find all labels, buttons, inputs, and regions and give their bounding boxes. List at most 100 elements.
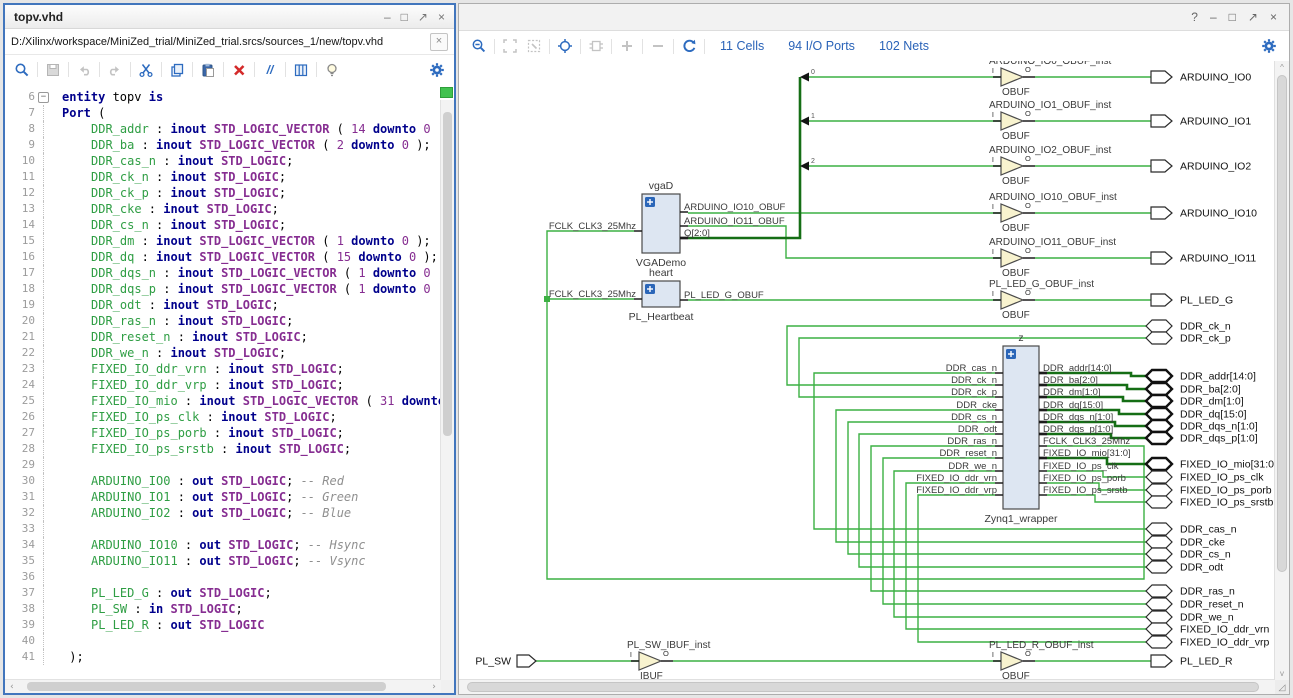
undo-button[interactable] bbox=[72, 59, 96, 81]
help-icon[interactable]: ? bbox=[1191, 11, 1198, 23]
lightbulb-button[interactable] bbox=[320, 59, 344, 81]
scroll-left-icon[interactable]: ‹ bbox=[5, 682, 19, 692]
port-PL_SW[interactable] bbox=[517, 655, 536, 667]
scrollbar-thumb[interactable] bbox=[27, 682, 386, 691]
regenerate-button[interactable] bbox=[677, 35, 701, 57]
schematic-horizontal-scrollbar[interactable] bbox=[459, 679, 1275, 694]
port-FIXED_IO_ddr_vrn[interactable] bbox=[1146, 623, 1172, 635]
port-FIXED_IO_ps_porb[interactable] bbox=[1146, 484, 1172, 496]
cell-ARDUINO_IO2_OBUF_inst[interactable] bbox=[1001, 157, 1023, 175]
delete-button[interactable] bbox=[227, 59, 251, 81]
cell-PL_LED_G_OBUF_inst[interactable] bbox=[1001, 291, 1023, 309]
scrollbar-thumb[interactable] bbox=[1277, 75, 1287, 572]
port-FIXED_IO_ps_srstb[interactable] bbox=[1146, 496, 1172, 508]
fold-toggle[interactable]: − bbox=[37, 89, 50, 105]
editor-horizontal-scrollbar[interactable]: ‹ › bbox=[5, 679, 441, 693]
port-DDR_dqs_n[1:0][interactable] bbox=[1146, 420, 1172, 432]
zoom-selection-button[interactable] bbox=[522, 35, 546, 57]
zoom-in-button[interactable] bbox=[615, 35, 639, 57]
cell-ARDUINO_IO10_OBUF_inst[interactable] bbox=[1001, 204, 1023, 222]
port-PL_LED_R[interactable] bbox=[1151, 655, 1172, 667]
close-icon[interactable]: × bbox=[1270, 11, 1277, 23]
cell-ARDUINO_IO1_OBUF_inst[interactable] bbox=[1001, 112, 1023, 130]
autofit-selection-button[interactable] bbox=[553, 35, 577, 57]
cell-PL_SW_IBUF_inst[interactable] bbox=[639, 652, 661, 670]
close-file-button[interactable]: × bbox=[430, 33, 448, 51]
schematic-titlebar[interactable]: ? – □ ↗ × bbox=[459, 4, 1289, 31]
search-button[interactable] bbox=[10, 59, 34, 81]
buffer-instance-label: ARDUINO_IO11_OBUF_inst bbox=[989, 237, 1116, 248]
net-fixed_io_ps_srstb[interactable] bbox=[1047, 495, 1149, 502]
port-ARDUINO_IO0[interactable] bbox=[1151, 71, 1172, 83]
port-DDR_addr[14:0][interactable] bbox=[1146, 370, 1172, 382]
port-DDR_dm[1:0][interactable] bbox=[1146, 395, 1172, 407]
code-text: FIXED_IO_ddr_vrp : inout STD_LOGIC; bbox=[50, 377, 344, 393]
editor-vertical-scrollbar[interactable] bbox=[440, 100, 454, 680]
port-DDR_dq[15:0][interactable] bbox=[1146, 408, 1172, 420]
schematic-settings-button[interactable] bbox=[1257, 35, 1281, 57]
maximize-icon[interactable]: □ bbox=[401, 11, 408, 23]
buffer-instance-label: PL_LED_R_OBUF_inst bbox=[989, 640, 1094, 651]
float-icon[interactable]: ↗ bbox=[1248, 11, 1258, 23]
port-DDR_reset_n[interactable] bbox=[1146, 598, 1172, 610]
port-ARDUINO_IO10[interactable] bbox=[1151, 207, 1172, 219]
code-text: DDR_ck_n : inout STD_LOGIC; bbox=[50, 169, 286, 185]
cell-ARDUINO_IO11_OBUF_inst[interactable] bbox=[1001, 249, 1023, 267]
zoom-minus-button[interactable] bbox=[646, 35, 670, 57]
add-cell-button[interactable] bbox=[584, 35, 608, 57]
close-icon[interactable]: × bbox=[438, 11, 445, 23]
cell-instance-name: heart bbox=[649, 267, 673, 279]
minimize-icon[interactable]: – bbox=[1210, 11, 1217, 23]
schematic-vertical-scrollbar[interactable]: ^ v bbox=[1274, 61, 1289, 680]
port-DDR_cke[interactable] bbox=[1146, 536, 1172, 548]
scroll-up-icon[interactable]: ^ bbox=[1275, 63, 1289, 72]
save-button[interactable] bbox=[41, 59, 65, 81]
scroll-right-icon[interactable]: › bbox=[427, 682, 441, 692]
columns-button[interactable] bbox=[289, 59, 313, 81]
scrollbar-track[interactable] bbox=[19, 680, 427, 693]
port-DDR_cs_n[interactable] bbox=[1146, 548, 1172, 560]
port-PL_LED_G[interactable] bbox=[1151, 294, 1172, 306]
toggle-comment-button[interactable]: // bbox=[258, 59, 282, 81]
port-DDR_cas_n[interactable] bbox=[1146, 523, 1172, 535]
zoom-fit-button[interactable] bbox=[498, 35, 522, 57]
port-DDR_dqs_p[1:0][interactable] bbox=[1146, 432, 1172, 444]
paste-icon bbox=[200, 62, 216, 78]
port-FIXED_IO_ps_clk[interactable] bbox=[1146, 471, 1172, 483]
code-lines[interactable]: 6−entity topv is7Port (8DDR_addr : inout… bbox=[5, 84, 441, 680]
scrollbar-thumb[interactable] bbox=[443, 112, 452, 437]
cut-button[interactable] bbox=[134, 59, 158, 81]
schematic-svg[interactable]: 012vgaDVGADemoFCLK_CLK3_25MhzARDUINO_IO1… bbox=[459, 61, 1275, 680]
redo-button[interactable] bbox=[103, 59, 127, 81]
scroll-down-icon[interactable]: v bbox=[1275, 669, 1289, 678]
port-DDR_odt[interactable] bbox=[1146, 561, 1172, 573]
editor-settings-button[interactable] bbox=[425, 59, 449, 81]
port-DDR_ba[2:0][interactable] bbox=[1146, 383, 1172, 395]
cell-z[interactable] bbox=[1003, 346, 1039, 509]
bus-q[interactable] bbox=[688, 77, 800, 238]
port-FIXED_IO_mio[31:0][interactable] bbox=[1146, 458, 1172, 470]
port-ARDUINO_IO11[interactable] bbox=[1151, 252, 1172, 264]
port-FIXED_IO_ddr_vrp[interactable] bbox=[1146, 636, 1172, 648]
fold-minus-icon[interactable]: − bbox=[38, 92, 49, 103]
float-icon[interactable]: ↗ bbox=[418, 11, 428, 23]
scrollbar-thumb[interactable] bbox=[467, 682, 1259, 692]
code-editor-area[interactable]: 6−entity topv is7Port (8DDR_addr : inout… bbox=[5, 84, 454, 693]
schematic-canvas[interactable]: 012vgaDVGADemoFCLK_CLK3_25MhzARDUINO_IO1… bbox=[459, 61, 1275, 680]
port-DDR_ras_n[interactable] bbox=[1146, 585, 1172, 597]
resize-grip-icon[interactable]: ◿ bbox=[1275, 680, 1289, 694]
editor-titlebar[interactable]: topv.vhd – □ ↗ × bbox=[5, 5, 454, 29]
cell-ARDUINO_IO0_OBUF_inst[interactable] bbox=[1001, 68, 1023, 86]
maximize-icon[interactable]: □ bbox=[1229, 11, 1236, 23]
port-DDR_ck_n[interactable] bbox=[1146, 320, 1172, 332]
paste-button[interactable] bbox=[196, 59, 220, 81]
cell-PL_LED_R_OBUF_inst[interactable] bbox=[1001, 652, 1023, 670]
zoom-out-button[interactable] bbox=[467, 35, 491, 57]
minimize-icon[interactable]: – bbox=[384, 11, 391, 23]
net-arduino_io11_obuf[interactable] bbox=[688, 226, 1001, 258]
copy-button[interactable] bbox=[165, 59, 189, 81]
port-DDR_ck_p[interactable] bbox=[1146, 332, 1172, 344]
port-ARDUINO_IO1[interactable] bbox=[1151, 115, 1172, 127]
port-DDR_we_n[interactable] bbox=[1146, 611, 1172, 623]
port-ARDUINO_IO2[interactable] bbox=[1151, 160, 1172, 172]
